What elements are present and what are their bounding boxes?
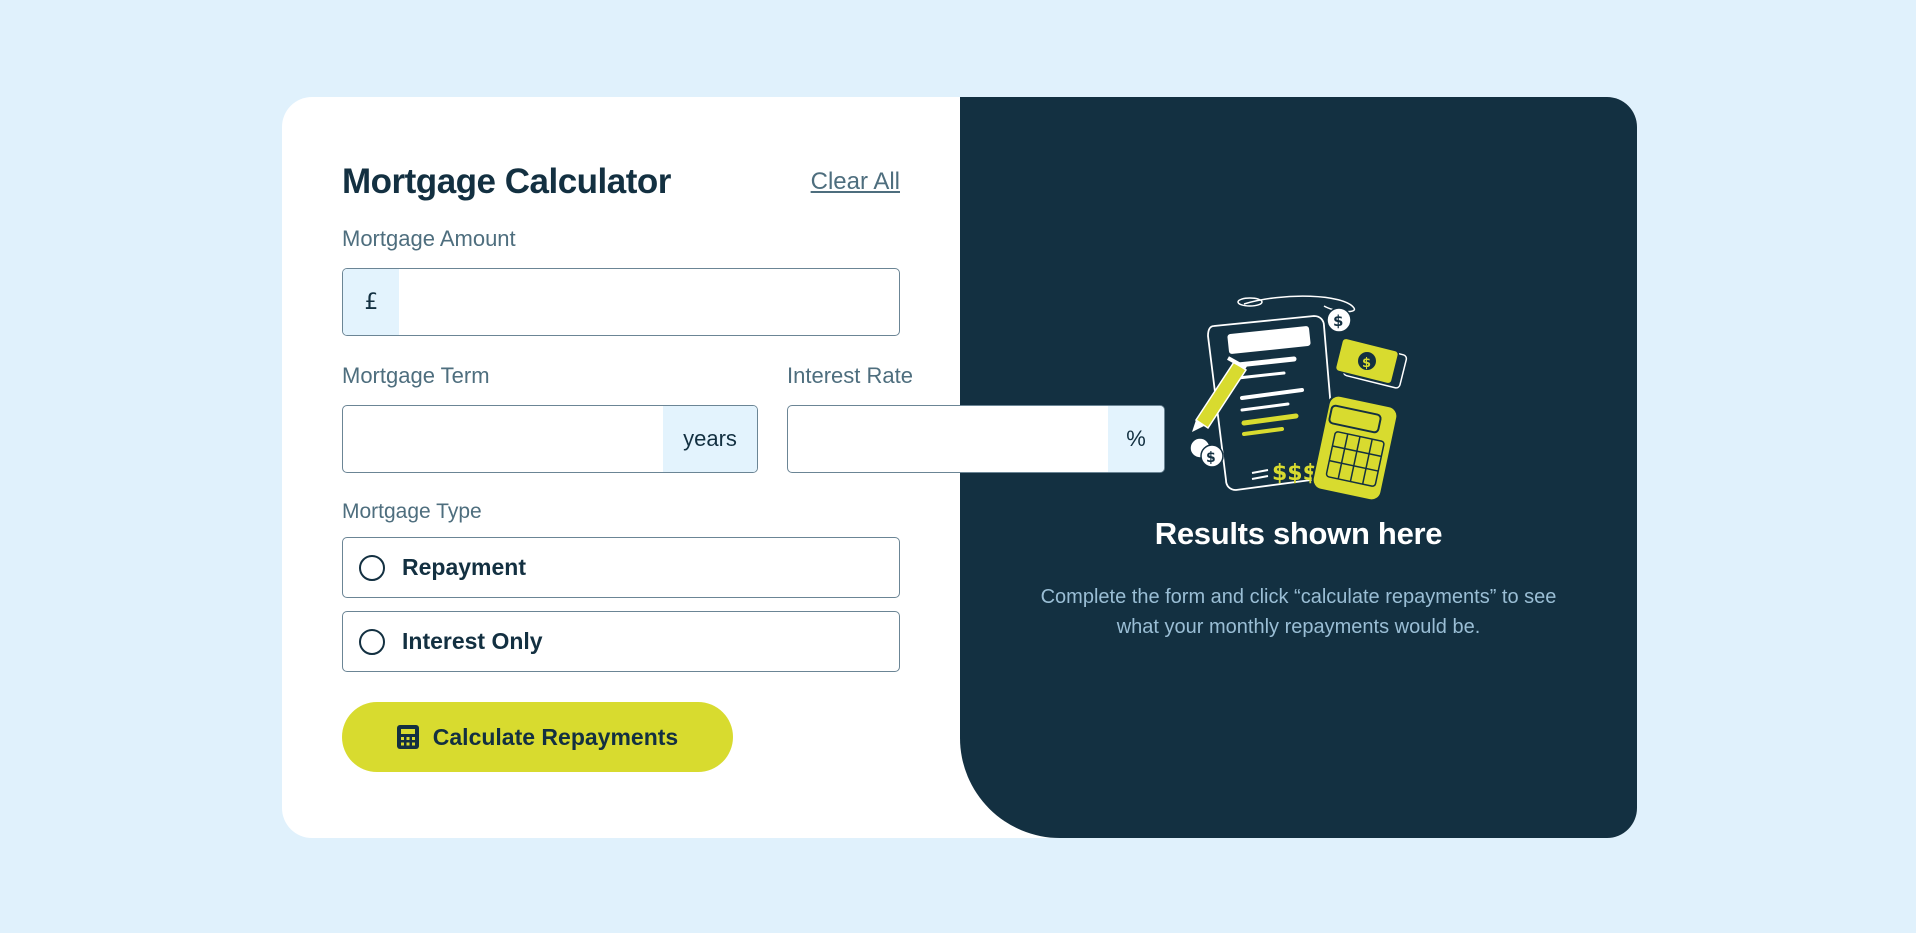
- term-column: Mortgage Term years: [342, 363, 758, 473]
- page-title: Mortgage Calculator: [342, 162, 671, 201]
- empty-results-illustration: $$$ $ $ $: [1188, 295, 1407, 502]
- mortgage-term-label: Mortgage Term: [342, 363, 490, 388]
- term-rate-row: Mortgage Term years Interest Rate %: [342, 363, 1165, 473]
- radio-circle-icon[interactable]: [359, 554, 385, 581]
- currency-prefix: £: [343, 269, 399, 335]
- svg-text:$: $: [1206, 450, 1216, 466]
- radio-label-interest-only: Interest Only: [402, 628, 543, 654]
- svg-text:$: $: [1362, 356, 1371, 371]
- mortgage-amount-label: Mortgage Amount: [342, 226, 516, 251]
- rate-column: Interest Rate %: [787, 363, 1165, 473]
- interest-rate-input[interactable]: [788, 406, 1108, 472]
- years-suffix: years: [663, 406, 757, 472]
- results-title: Results shown here: [1154, 516, 1443, 551]
- mortgage-type-label: Mortgage Type: [342, 500, 482, 523]
- clear-all-link[interactable]: Clear All: [811, 168, 900, 196]
- radio-option-repayment[interactable]: Repayment: [342, 537, 900, 598]
- radio-label-repayment: Repayment: [402, 554, 526, 580]
- mortgage-calculator-card: Mortgage Calculator Clear All Mortgage A…: [282, 97, 1637, 838]
- interest-rate-label: Interest Rate: [787, 363, 913, 388]
- percent-suffix: %: [1108, 406, 1164, 472]
- svg-text:$$$: $$$: [1272, 461, 1318, 486]
- form-header: Mortgage Calculator Clear All: [342, 157, 900, 207]
- form-pane: Mortgage Calculator Clear All Mortgage A…: [282, 97, 1165, 838]
- mortgage-amount-field: £: [342, 268, 900, 336]
- calculate-button-label: Calculate Repayments: [432, 723, 679, 750]
- radio-circle-icon[interactable]: [359, 628, 385, 655]
- interest-rate-field: %: [787, 405, 1165, 473]
- results-description: Complete the form and click “calculate r…: [1040, 586, 1557, 638]
- svg-text:$: $: [1333, 312, 1343, 330]
- mortgage-term-input[interactable]: [343, 406, 663, 472]
- mortgage-amount-input[interactable]: [399, 269, 899, 335]
- radio-option-interest-only[interactable]: Interest Only: [342, 611, 900, 672]
- calculator-icon: [396, 725, 419, 749]
- calculate-repayments-button[interactable]: Calculate Repayments: [342, 702, 733, 772]
- mortgage-term-field: years: [342, 405, 758, 473]
